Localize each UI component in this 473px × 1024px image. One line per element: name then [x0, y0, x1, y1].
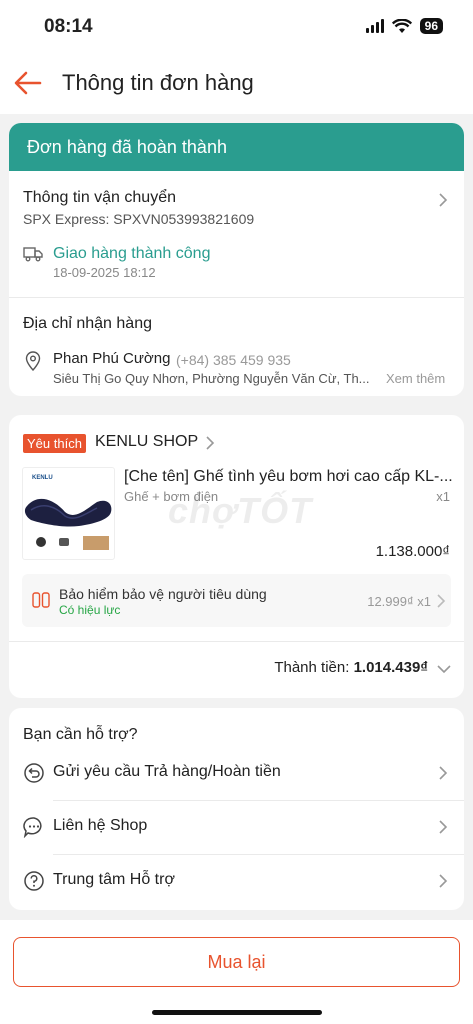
help-icon [24, 871, 44, 891]
insurance-price: 12.999₫ x1 [367, 594, 431, 609]
address-detail: Siêu Thị Go Quy Nhơn, Phường Nguyễn Văn … [53, 371, 370, 386]
help-center[interactable]: Trung tâm Hỗ trợ [9, 854, 464, 908]
order-status-banner: Đơn hàng đã hoàn thành [9, 123, 464, 171]
total-label: Thành tiền: [274, 659, 350, 676]
buy-again-button[interactable]: Mua lại [13, 937, 460, 987]
address-title: Địa chỉ nhận hàng [23, 315, 152, 332]
shop-header[interactable]: Yêu thích KENLU SHOP [9, 415, 464, 459]
product-price: 1.138.000₫ [375, 543, 450, 560]
location-pin-icon [25, 351, 41, 371]
shipping-title: Thông tin vận chuyển [23, 189, 176, 206]
recipient-name: Phan Phú Cường [53, 350, 171, 367]
page-title: Thông tin đơn hàng [62, 70, 254, 95]
svg-text:KENLU: KENLU [32, 475, 53, 481]
watermark: chợTỐT [168, 490, 313, 531]
bottom-action-bar: Mua lại [0, 920, 473, 1024]
order-total: Thành tiền: 1.014.439₫ [274, 659, 428, 676]
product-card: Yêu thích KENLU SHOP KENLU [Che tên] Ghế… [9, 415, 464, 698]
insurance-status: Có hiệu lực [59, 603, 121, 617]
favorite-badge: Yêu thích [23, 434, 86, 453]
chevron-right-icon [439, 820, 448, 834]
chevron-right-icon [206, 436, 215, 450]
battery-indicator: 96 [419, 18, 443, 34]
tracking-code: SPX Express: SPXVN053993821609 [23, 211, 255, 227]
chevron-right-icon [439, 766, 448, 780]
home-indicator [152, 1010, 322, 1015]
contact-shop[interactable]: Liên hệ Shop [9, 800, 464, 854]
chevron-right-icon [439, 193, 448, 207]
product-thumbnail: KENLU [22, 467, 115, 560]
delivery-status: Giao hàng thành công [53, 245, 211, 262]
order-total-row[interactable]: Thành tiền: 1.014.439₫ [9, 642, 464, 698]
return-icon [24, 763, 44, 783]
shop-name: KENLU SHOP [95, 433, 199, 450]
return-refund-label: Gửi yêu cầu Trả hàng/Hoàn tiền [53, 763, 281, 780]
wifi-icon [391, 18, 412, 33]
chat-icon [23, 817, 42, 838]
status-time: 08:14 [44, 16, 93, 37]
insurance-row[interactable]: Bảo hiểm bảo vệ người tiêu dùng Có hiệu … [22, 574, 451, 627]
chevron-right-icon [437, 594, 446, 608]
see-more-link[interactable]: Xem thêm [386, 371, 445, 386]
contact-shop-label: Liên hệ Shop [53, 817, 148, 834]
address-section: Địa chỉ nhận hàng Phan Phú Cường (+84) 3… [9, 298, 464, 396]
insurance-icon [32, 592, 50, 608]
product-name: [Che tên] Ghế tình yêu bơm hơi cao cấp K… [124, 468, 453, 485]
cellular-signal-icon [365, 19, 384, 33]
shipping-info-row[interactable]: Thông tin vận chuyển SPX Express: SPXVN0… [9, 171, 464, 297]
status-bar: 08:14 96 [0, 0, 473, 50]
help-center-label: Trung tâm Hỗ trợ [53, 871, 175, 888]
back-arrow-icon[interactable] [12, 68, 44, 98]
nav-bar: Thông tin đơn hàng [0, 50, 473, 114]
support-card: Bạn cần hỗ trợ? Gửi yêu cầu Trả hàng/Hoà… [9, 708, 464, 910]
chevron-down-icon [437, 665, 451, 674]
total-value: 1.014.439₫ [353, 659, 428, 676]
chevron-right-icon [439, 874, 448, 888]
support-title: Bạn cần hỗ trợ? [23, 726, 138, 743]
product-image-icon: KENLU [24, 475, 112, 550]
truck-icon [23, 247, 43, 262]
product-quantity: x1 [436, 489, 450, 504]
order-info-card: Đơn hàng đã hoàn thành Thông tin vận chu… [9, 123, 464, 396]
return-refund-request[interactable]: Gửi yêu cầu Trả hàng/Hoàn tiền [9, 746, 464, 800]
delivery-datetime: 18-09-2025 18:12 [53, 265, 156, 280]
insurance-name: Bảo hiểm bảo vệ người tiêu dùng [59, 586, 267, 602]
recipient-phone: (+84) 385 459 935 [176, 352, 291, 368]
status-icons: 96 [365, 18, 443, 34]
